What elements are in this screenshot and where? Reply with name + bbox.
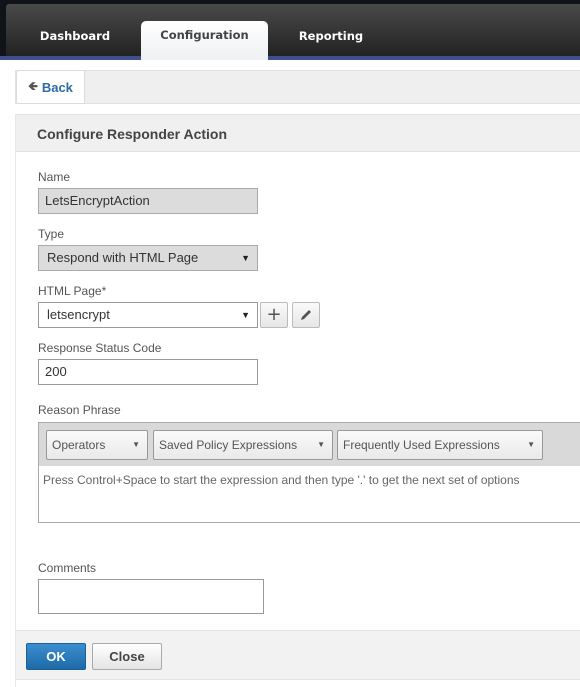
- saved-policy-expressions-label: Saved Policy Expressions: [159, 438, 298, 452]
- type-select[interactable]: Respond with HTML Page ▼: [38, 245, 258, 271]
- configure-responder-action-panel: Configure Responder Action Name LetsEncr…: [15, 114, 580, 687]
- plus-icon: +: [266, 304, 282, 325]
- back-button[interactable]: 🡸 Back: [16, 70, 85, 104]
- panel-footer: OK Close: [16, 630, 580, 680]
- name-label: Name: [38, 170, 71, 184]
- caret-down-icon: ▼: [317, 440, 325, 449]
- type-label: Type: [38, 227, 65, 241]
- close-button[interactable]: Close: [92, 643, 162, 670]
- operators-label: Operators: [52, 438, 106, 452]
- edit-html-page-button[interactable]: [292, 302, 320, 328]
- operators-dropdown[interactable]: Operators ▼: [46, 430, 148, 460]
- comments-field[interactable]: [38, 579, 264, 614]
- caret-down-icon: ▼: [527, 440, 535, 449]
- tab-reporting[interactable]: Reporting: [276, 22, 386, 60]
- pencil-icon: [301, 310, 311, 320]
- expression-hint: Press Control+Space to start the express…: [43, 473, 520, 487]
- tab-dashboard[interactable]: Dashboard: [20, 22, 130, 60]
- back-bar: 🡸 Back: [15, 70, 580, 104]
- arrow-left-icon: 🡸: [28, 78, 38, 93]
- frequently-used-expressions-label: Frequently Used Expressions: [343, 438, 500, 452]
- html-page-label: HTML Page*: [38, 284, 107, 298]
- saved-policy-expressions-dropdown[interactable]: Saved Policy Expressions ▼: [153, 430, 333, 460]
- caret-down-icon: ▼: [132, 440, 140, 449]
- html-page-select[interactable]: letsencrypt ▼: [38, 302, 258, 328]
- status-code-field[interactable]: 200: [38, 359, 258, 385]
- status-code-label: Response Status Code: [38, 341, 162, 355]
- back-label: Back: [41, 79, 73, 95]
- html-page-select-value: letsencrypt: [47, 307, 110, 322]
- comments-label: Comments: [38, 561, 97, 575]
- name-field[interactable]: LetsEncryptAction: [38, 188, 258, 214]
- reason-phrase-label: Reason Phrase: [38, 403, 121, 417]
- add-html-page-button[interactable]: +: [260, 302, 288, 328]
- reason-phrase-expression-editor[interactable]: Operators ▼ Saved Policy Expressions ▼ F…: [38, 422, 580, 523]
- panel-header: Configure Responder Action: [16, 114, 580, 152]
- caret-down-icon: ▼: [241, 310, 250, 320]
- ok-button[interactable]: OK: [26, 643, 86, 670]
- top-navigation-bar: Dashboard Configuration Reporting: [0, 0, 580, 60]
- type-select-value: Respond with HTML Page: [47, 250, 199, 265]
- frequently-used-expressions-dropdown[interactable]: Frequently Used Expressions ▼: [337, 430, 543, 460]
- tab-configuration[interactable]: Configuration: [141, 21, 268, 60]
- page-title: Configure Responder Action: [37, 126, 228, 142]
- expression-toolbar: Operators ▼ Saved Policy Expressions ▼ F…: [39, 423, 580, 466]
- caret-down-icon: ▼: [241, 253, 250, 263]
